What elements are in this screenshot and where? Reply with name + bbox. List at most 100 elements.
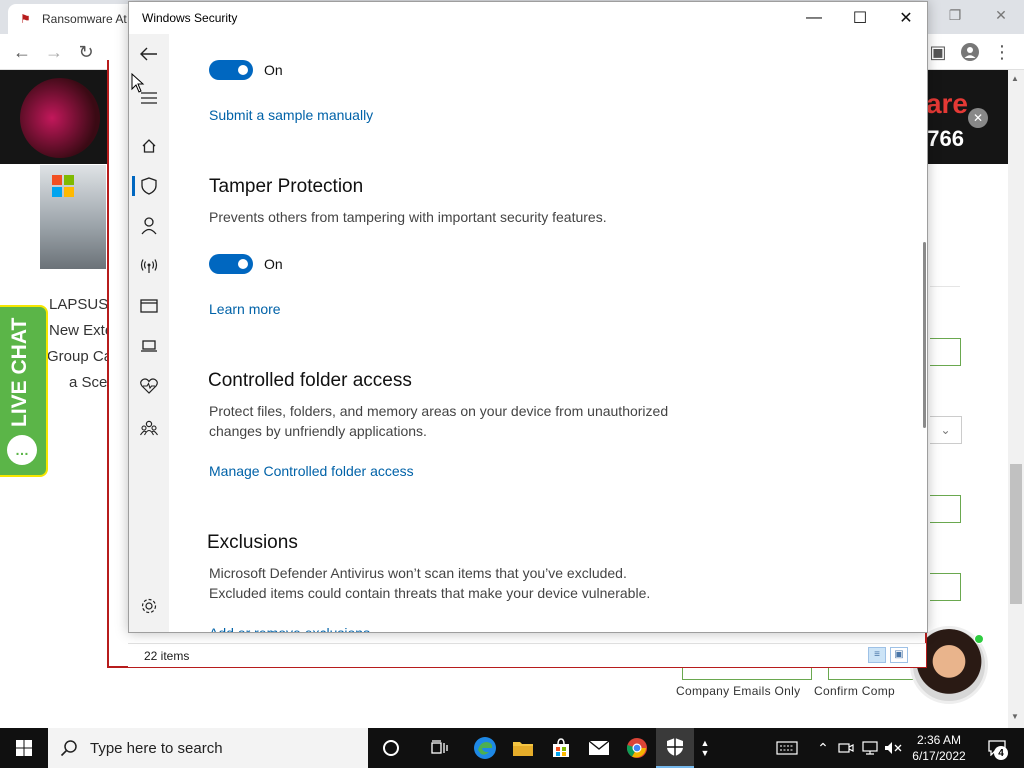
banner-graphic — [20, 78, 100, 158]
online-status-icon — [974, 634, 984, 644]
show-hidden-icons-chevron-icon[interactable]: ⌃ — [812, 728, 834, 768]
company-emails-button[interactable]: Company Emails Only — [676, 684, 800, 698]
controlled-folder-access-title: Controlled folder access — [208, 370, 412, 391]
device-icon[interactable] — [129, 326, 169, 366]
ws-content: On Submit a sample manually Tamper Prote… — [169, 34, 927, 632]
site-favicon-icon: ⚑ — [20, 12, 31, 26]
form-divider — [930, 286, 960, 287]
live-chat-label: LIVE CHAT — [8, 317, 31, 427]
task-view-icon[interactable] — [420, 728, 458, 768]
add-remove-exclusions-link[interactable]: Add or remove exclusions — [209, 625, 370, 632]
tamper-protection-toggle[interactable] — [209, 254, 253, 274]
ws-scrollbar[interactable] — [923, 242, 926, 428]
window-title: Windows Security — [142, 11, 238, 25]
explorer-statusbar: 22 items ≡ ▣ — [128, 643, 926, 667]
start-button[interactable] — [0, 728, 48, 768]
edge-icon[interactable] — [466, 728, 504, 768]
banner-text: are — [925, 88, 968, 119]
scrollbar-thumb[interactable] — [1010, 464, 1022, 604]
account-icon[interactable] — [129, 206, 169, 246]
windows-security-window: Windows Security — ☐ ✕ On Submit a sampl… — [128, 1, 928, 633]
toggle-state-label: On — [264, 62, 283, 78]
window-controls: — ☐ ✕ — [791, 2, 927, 34]
meet-now-icon[interactable] — [836, 728, 856, 768]
form-buttons: Company Emails Only Confirm Comp — [676, 684, 905, 698]
browser-menu-icon[interactable]: ⋮ — [990, 40, 1014, 64]
mouse-cursor-icon — [131, 73, 145, 93]
tamper-protection-title: Tamper Protection — [209, 176, 364, 197]
search-icon — [60, 740, 77, 757]
banner-number: 766 — [927, 126, 964, 151]
health-icon[interactable] — [129, 366, 169, 406]
page-scrollbar[interactable]: ▲ ▼ — [1008, 70, 1024, 728]
submit-sample-link[interactable]: Submit a sample manually — [209, 107, 373, 123]
tamper-protection-description: Prevents others from tampering with impo… — [209, 209, 607, 225]
microsoft-logo-icon — [52, 175, 74, 197]
network-icon[interactable] — [860, 728, 880, 768]
close-icon[interactable]: ✕ — [883, 2, 927, 34]
confirm-button[interactable]: Confirm Comp — [814, 684, 895, 698]
cfa-description-line1: Protect files, folders, and memory areas… — [209, 403, 669, 419]
volume-muted-icon[interactable] — [882, 728, 904, 768]
search-placeholder: Type here to search — [90, 739, 223, 757]
cortana-icon[interactable] — [372, 728, 410, 768]
taskbar: Type here to search ▲ ▼ ⌃ 2:36 AM 6/17/20… — [0, 728, 1024, 768]
form-select[interactable]: ⌄ — [930, 416, 962, 444]
keyboard-icon[interactable] — [772, 728, 802, 768]
settings-icon[interactable] — [129, 586, 169, 626]
back-icon[interactable] — [129, 34, 169, 74]
file-explorer-icon[interactable] — [504, 728, 542, 768]
browser-forward-icon[interactable]: → — [42, 40, 66, 64]
realtime-toggle[interactable] — [209, 60, 253, 80]
cfa-description-line2: changes by unfriendly applications. — [209, 423, 427, 439]
browser-reload-icon[interactable]: ↻ — [74, 40, 98, 64]
learn-more-link[interactable]: Learn more — [209, 301, 281, 317]
scroll-down-icon[interactable]: ▼ — [1011, 712, 1019, 721]
minimize-icon[interactable]: — — [791, 2, 837, 34]
mail-icon[interactable] — [580, 728, 618, 768]
browser-close-icon[interactable]: ✕ — [978, 0, 1024, 30]
home-icon[interactable] — [129, 126, 169, 166]
chat-bubble-icon: … — [7, 435, 37, 465]
banner-close-icon[interactable]: ✕ — [968, 108, 988, 128]
taskbar-search-box[interactable]: Type here to search — [48, 728, 368, 768]
view-toggle: ≡ ▣ — [868, 647, 908, 663]
exclusions-description-line1: Microsoft Defender Antivirus won’t scan … — [209, 565, 627, 581]
item-count: 22 items — [144, 648, 190, 663]
profile-icon[interactable] — [958, 40, 982, 64]
ws-sidebar — [129, 34, 169, 632]
thumbnail-view-icon[interactable]: ▣ — [890, 647, 908, 663]
form-input[interactable] — [930, 495, 961, 523]
form-input[interactable] — [930, 573, 961, 601]
exclusions-title: Exclusions — [207, 532, 298, 553]
wireless-icon[interactable] — [129, 246, 169, 286]
notification-count-badge: 4 — [994, 746, 1008, 760]
browser-tab-title: Ransomware At — [42, 12, 127, 26]
article-thumbnail[interactable] — [40, 165, 106, 269]
chrome-icon[interactable] — [618, 728, 656, 768]
store-icon[interactable] — [542, 728, 580, 768]
app-browser-icon[interactable] — [129, 286, 169, 326]
form-input[interactable] — [930, 338, 961, 366]
manage-cfa-link[interactable]: Manage Controlled folder access — [209, 463, 414, 479]
family-icon[interactable] — [129, 408, 169, 448]
windows-security-taskbar-icon[interactable] — [656, 728, 694, 768]
live-chat-button[interactable]: LIVE CHAT … — [0, 305, 48, 477]
taskbar-clock[interactable]: 2:36 AM 6/17/2022 — [904, 732, 974, 764]
maximize-icon[interactable]: ☐ — [837, 2, 883, 34]
chevron-down-icon: ⌄ — [940, 423, 951, 437]
tamper-toggle-state-label: On — [264, 256, 283, 272]
sidebar-toggle-icon[interactable]: ▣ — [926, 40, 950, 64]
taskbar-scroll-icon[interactable]: ▲ ▼ — [696, 728, 714, 768]
clock-time: 2:36 AM — [916, 733, 962, 747]
browser-window-controls: ❐ ✕ — [932, 0, 1024, 30]
exclusions-description-line2: Excluded items could contain threats tha… — [209, 585, 651, 601]
clock-date: 6/17/2022 — [912, 749, 966, 763]
browser-restore-icon[interactable]: ❐ — [932, 0, 978, 30]
shield-icon[interactable] — [129, 166, 169, 206]
ws-titlebar[interactable]: Windows Security — ☐ ✕ — [129, 2, 927, 34]
windows-logo-icon — [16, 740, 32, 756]
details-view-icon[interactable]: ≡ — [868, 647, 886, 663]
browser-back-icon[interactable]: ← — [10, 40, 34, 64]
scroll-up-icon[interactable]: ▲ — [1011, 74, 1019, 83]
